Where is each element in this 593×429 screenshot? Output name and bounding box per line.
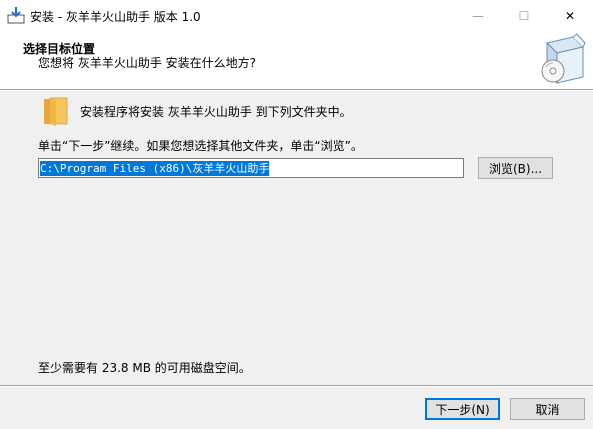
- cancel-button-label: 取消: [535, 402, 560, 417]
- next-button[interactable]: 下一步(N): [425, 398, 500, 420]
- next-button-label: 下一步(N): [435, 402, 490, 417]
- page-subtitle: 您想将 灰羊羊火山助手 安装在什么地方?: [38, 56, 256, 70]
- instruction-text: 单击“下一步”继续。如果您想选择其他文件夹，单击“浏览”。: [38, 139, 363, 153]
- minimize-icon: —: [472, 8, 484, 23]
- title-bar[interactable]: 安装 - 灰羊羊火山助手 版本 1.0 — ☐ ✕: [0, 0, 593, 31]
- installer-app-icon: [7, 7, 25, 24]
- header-divider-highlight: [0, 90, 593, 91]
- minimize-button[interactable]: —: [455, 0, 501, 31]
- window-title: 安装 - 灰羊羊火山助手 版本 1.0: [30, 10, 201, 24]
- maximize-button[interactable]: ☐: [501, 0, 547, 31]
- install-path-input[interactable]: C:\Program Files (x86)\灰羊羊火山助手: [38, 158, 464, 178]
- footer-divider-highlight: [0, 386, 593, 387]
- wizard-header: 选择目标位置 您想将 灰羊羊火山助手 安装在什么地方?: [0, 31, 593, 90]
- browse-button[interactable]: 浏览(B)...: [478, 157, 553, 179]
- close-icon: ✕: [564, 8, 576, 23]
- installer-window: 安装 - 灰羊羊火山助手 版本 1.0 — ☐ ✕ 选择目标位置 您想将 灰羊羊…: [0, 0, 593, 429]
- cancel-button[interactable]: 取消: [510, 398, 585, 420]
- close-button[interactable]: ✕: [547, 0, 593, 31]
- intro-text: 安装程序将安装 灰羊羊火山助手 到下列文件夹中。: [80, 105, 352, 119]
- browse-button-label: 浏览(B)...: [488, 161, 543, 176]
- folder-icon: [44, 97, 68, 126]
- install-path-value: C:\Program Files (x86)\灰羊羊火山助手: [40, 160, 270, 176]
- setup-box-icon: [541, 33, 586, 85]
- disk-space-text: 至少需要有 23.8 MB 的可用磁盘空间。: [38, 361, 251, 375]
- maximize-icon: ☐: [518, 8, 530, 23]
